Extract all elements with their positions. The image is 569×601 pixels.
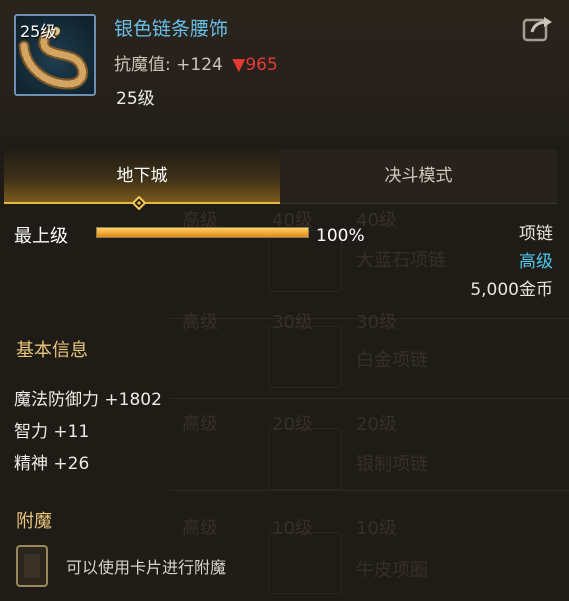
attribute-line: 魔法防御力 +1802 bbox=[14, 390, 162, 410]
bg-item-name: 银制项链 bbox=[356, 454, 428, 475]
item-meta: 项链 高级 5,000金币 bbox=[470, 220, 553, 304]
item-level-badge: 25级 bbox=[20, 22, 57, 41]
card-slot-inner bbox=[24, 554, 40, 578]
bg-item-name: 大蓝石项链 bbox=[356, 250, 446, 271]
upgrade-progress-bar bbox=[96, 227, 309, 238]
item-price: 5,000金币 bbox=[470, 280, 553, 300]
item-icon-frame[interactable]: 25级 bbox=[14, 14, 96, 96]
item-name: 银色链条腰饰 bbox=[114, 18, 229, 40]
bg-rarity: 高级 bbox=[182, 312, 218, 333]
stat-label: 抗魔值: bbox=[114, 55, 171, 75]
item-rarity: 高级 bbox=[519, 252, 553, 272]
upgrade-progress-fill bbox=[97, 228, 308, 237]
bg-level-large: 30级 bbox=[356, 312, 397, 333]
bg-divider bbox=[170, 490, 569, 491]
bg-icon-box bbox=[268, 326, 342, 388]
attribute-line: 精神 +26 bbox=[14, 454, 90, 474]
stat-value: +124 bbox=[176, 55, 223, 75]
bg-item-name: 白金项链 bbox=[356, 350, 428, 371]
stat-delta: ▼965 bbox=[232, 55, 278, 75]
item-stat-line: 抗魔值: +124 ▼965 bbox=[114, 50, 278, 75]
bg-icon-box bbox=[268, 532, 342, 594]
bg-level-large: 10级 bbox=[356, 518, 397, 539]
bg-rarity: 高级 bbox=[182, 518, 218, 539]
upgrade-label: 最上级 bbox=[14, 226, 68, 247]
share-icon[interactable] bbox=[522, 14, 554, 44]
bg-icon-box bbox=[268, 428, 342, 490]
enchant-card-slot[interactable] bbox=[16, 545, 48, 587]
item-level: 25级 bbox=[116, 89, 155, 109]
attribute-line: 智力 +11 bbox=[14, 422, 90, 442]
enchant-title: 附魔 bbox=[16, 511, 52, 532]
basic-info-title: 基本信息 bbox=[16, 340, 88, 361]
bg-item-name: 牛皮项圈 bbox=[356, 560, 428, 581]
bg-rarity: 高级 bbox=[182, 414, 218, 435]
item-header: 25级 银色链条腰饰 抗魔值: +124 ▼965 25级 bbox=[0, 0, 569, 135]
tab-duel-mode[interactable]: 决斗模式 bbox=[280, 150, 557, 204]
active-tab-diamond-icon bbox=[132, 196, 146, 210]
upgrade-percent: 100% bbox=[316, 226, 365, 246]
bg-level-large: 20级 bbox=[356, 414, 397, 435]
enchant-hint: 可以使用卡片进行附魔 bbox=[66, 558, 227, 577]
bg-divider bbox=[170, 398, 569, 399]
item-type: 项链 bbox=[519, 224, 553, 244]
mode-tabs: 地下城 决斗模式 bbox=[4, 150, 557, 204]
